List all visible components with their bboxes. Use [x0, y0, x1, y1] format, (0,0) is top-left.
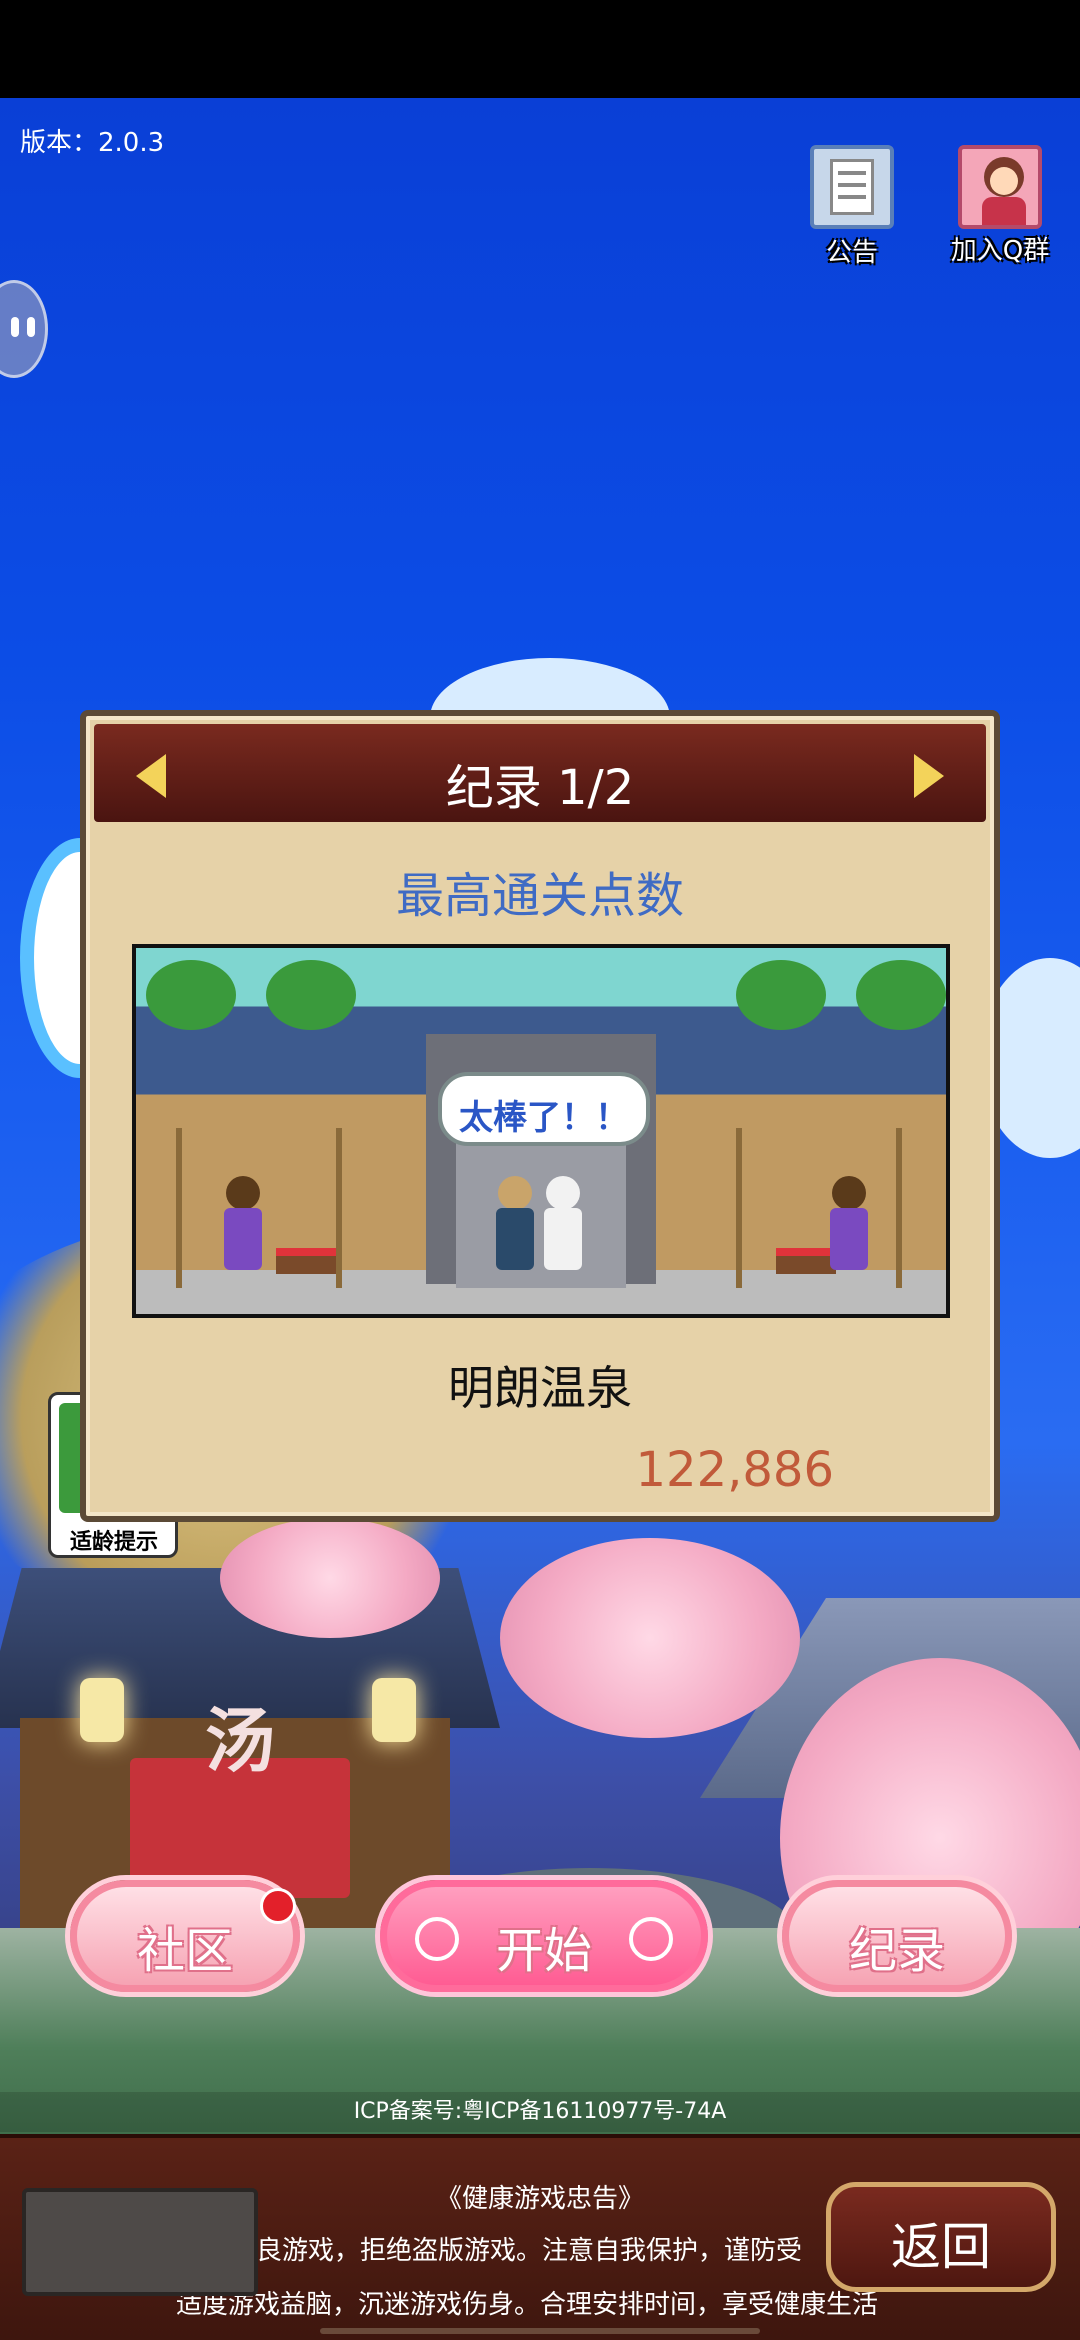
tree [146, 960, 236, 1030]
next-arrow-icon[interactable] [914, 754, 944, 798]
community-label: 社区 [136, 1923, 233, 1979]
speech-bubble-text: 太棒了！！ [459, 1098, 629, 1138]
back-label: 返回 [891, 2218, 991, 2276]
eye [27, 317, 35, 337]
head [832, 1176, 866, 1210]
wall-post [736, 1128, 742, 1288]
age-rating-label: 适龄提示 [69, 1530, 158, 1555]
overlay-box [22, 2188, 258, 2296]
sakura-tree [500, 1538, 800, 1738]
dialog-title: 纪录 1/2 [445, 760, 635, 816]
tree [736, 960, 826, 1030]
notice-label[interactable]: 公告 [772, 232, 932, 269]
icp-registration: ICP备案号:粤ICP备16110977号-74A [0, 2092, 1080, 2132]
flower-box [276, 1248, 336, 1274]
body [830, 1208, 868, 1270]
tree [856, 960, 946, 1030]
notification-dot [260, 1888, 296, 1924]
back-button[interactable]: 返回 [826, 2182, 1056, 2292]
record-button[interactable]: 纪录 [782, 1880, 1012, 1992]
home-indicator [320, 2328, 760, 2334]
record-label: 纪录 [848, 1923, 945, 1979]
head [546, 1176, 580, 1210]
record-category: 最高通关点数 [395, 868, 684, 924]
paper-line [838, 195, 866, 199]
dialog-header: 纪录 1/2 [94, 724, 986, 822]
version-text: 版本：2.0.3 [20, 128, 165, 158]
health-advice-line: 适度游戏益脑，沉迷游戏伤身。合理安排时间，享受健康生活 [176, 2290, 879, 2320]
tree [266, 960, 356, 1030]
staff-character [826, 1176, 872, 1286]
score-value: 122,886 [635, 1442, 835, 1498]
wall-post [176, 1128, 182, 1288]
guest-character [540, 1176, 586, 1286]
lantern [372, 1678, 416, 1742]
join-qq-group-label[interactable]: 加入Q群 [920, 230, 1080, 267]
wall-post [896, 1128, 902, 1288]
health-advice-line: 良游戏，拒绝盗版游戏。注意自我保护，谨防受 [256, 2236, 803, 2266]
guest-character [492, 1176, 538, 1286]
join-qq-group-icon[interactable] [958, 145, 1042, 229]
body [544, 1208, 582, 1270]
notice-icon[interactable] [810, 145, 894, 229]
record-dialog: 纪录 1/2 最高通关点数 太棒了！！ 明朗温泉 122,886 [80, 710, 1000, 1522]
head [498, 1176, 532, 1210]
staff-character [220, 1176, 266, 1286]
lantern [80, 1678, 124, 1742]
speech-bubble: 太棒了！！ [438, 1072, 650, 1146]
sakura-tree [220, 1518, 440, 1638]
body [224, 1208, 262, 1270]
paper-line [838, 171, 866, 175]
paper-line [838, 183, 866, 187]
wall-post [336, 1128, 342, 1288]
avatar-body [982, 197, 1026, 225]
head [226, 1176, 260, 1210]
body [496, 1208, 534, 1270]
paper-icon [830, 159, 874, 215]
hot-spring-icon [629, 1917, 673, 1961]
facility-illustration: 太棒了！！ [132, 944, 950, 1318]
avatar-face [990, 167, 1018, 195]
status-bar [0, 0, 1080, 98]
start-button[interactable]: 开始 [380, 1880, 708, 1992]
eye [11, 317, 19, 337]
facility-name: 明朗温泉 [448, 1361, 632, 1415]
bath-sign: 汤 [205, 1699, 275, 1782]
